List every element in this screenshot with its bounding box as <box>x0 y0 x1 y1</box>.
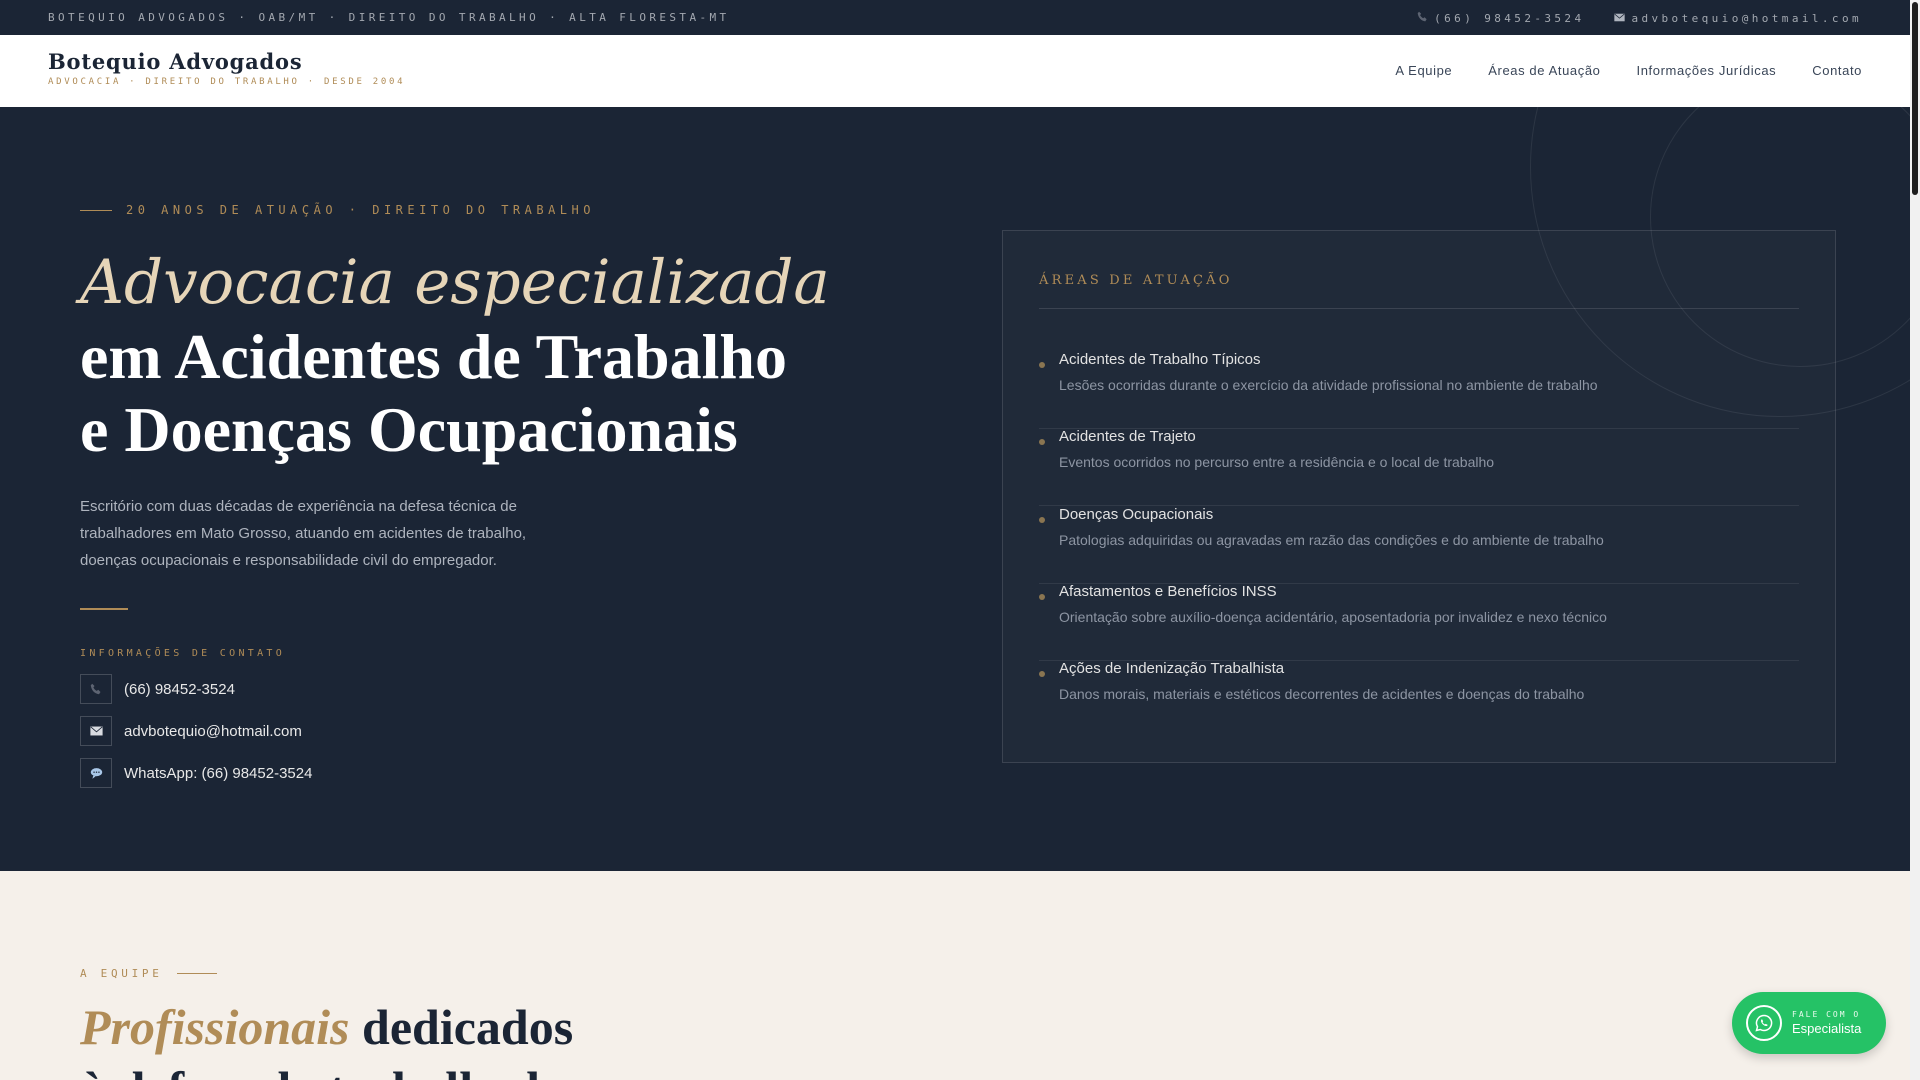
team-heading: Profissionais dedicados à defesa do trab… <box>80 996 600 1080</box>
nav-item-areas[interactable]: Áreas de Atuação <box>1488 63 1600 78</box>
top-bar-email[interactable]: advbotequio@hotmail.com <box>1614 11 1862 25</box>
hero-title-line-2: em Acidentes de Trabalho <box>80 321 787 392</box>
hero-title-line-3: e Doenças Ocupacionais <box>80 394 738 465</box>
whatsapp-float-button[interactable]: FALE COM O Especialista <box>1732 992 1886 1054</box>
areas-card-title: ÁREAS DE ATUAÇÃO <box>1039 273 1233 288</box>
area-item-description: Lesões ocorridas durante o exercício da … <box>1059 377 1598 393</box>
team-heading-italic: Profissionais <box>80 999 350 1055</box>
contact-whatsapp-text: WhatsApp: (66) 98452-3524 <box>124 764 313 782</box>
contact-email-text: advbotequio@hotmail.com <box>124 722 302 740</box>
page-scrollbar[interactable] <box>1910 0 1920 1080</box>
whatsapp-button-small: FALE COM O <box>1792 1010 1861 1019</box>
site-header: Botequio Advogados ADVOCACIA · DIREITO D… <box>0 35 1910 107</box>
whatsapp-icon <box>1746 1005 1782 1041</box>
contact-phone[interactable]: (66) 98452-3524 <box>80 674 235 704</box>
areas-card-divider <box>1039 308 1799 309</box>
area-item[interactable]: Doenças Ocupacionais Patologias adquirid… <box>1039 506 1799 584</box>
area-item-title: Afastamentos e Benefícios INSS <box>1059 583 1277 600</box>
hero-description: Escritório com duas décadas de experiênc… <box>80 498 527 569</box>
area-item-title: Ações de Indenização Trabalhista <box>1059 660 1285 677</box>
area-item-description: Patologias adquiridas ou agravadas em ra… <box>1059 532 1604 548</box>
area-item-description: Danos morais, materiais e estéticos deco… <box>1059 686 1585 702</box>
brand-logo-text[interactable]: Botequio Advogados <box>48 49 302 74</box>
area-item[interactable]: Acidentes de Trabalho Típicos Lesões oco… <box>1039 351 1799 429</box>
contact-email[interactable]: advbotequio@hotmail.com <box>80 716 302 746</box>
top-bar-contacts: (66) 98452-3524 advbotequio@hotmail.com <box>1417 11 1862 25</box>
bullet-icon <box>1039 671 1045 677</box>
mail-icon <box>80 716 112 746</box>
whatsapp-button-text: FALE COM O Especialista <box>1792 1010 1861 1036</box>
bullet-icon <box>1039 362 1045 368</box>
hero-eyebrow: 20 ANOS DE ATUAÇÃO · DIREITO DO TRABALHO <box>80 203 595 217</box>
team-eyebrow-text: A EQUIPE <box>80 967 163 980</box>
hero-eyebrow-text: 20 ANOS DE ATUAÇÃO · DIREITO DO TRABALHO <box>126 203 595 217</box>
area-item-title: Doenças Ocupacionais <box>1059 506 1214 523</box>
bullet-icon <box>1039 517 1045 523</box>
brand-tagline: ADVOCACIA · DIREITO DO TRABALHO · DESDE … <box>48 77 406 87</box>
mail-icon <box>1614 12 1626 25</box>
phone-icon <box>1417 11 1428 25</box>
top-bar: BOTEQUIO ADVOGADOS · OAB/MT · DIREITO DO… <box>0 0 1910 35</box>
top-bar-phone[interactable]: (66) 98452-3524 <box>1417 11 1584 25</box>
main-nav: A Equipe Áreas de Atuação Informações Ju… <box>1395 63 1862 78</box>
area-item[interactable]: Afastamentos e Benefícios INSS Orientaçã… <box>1039 583 1799 661</box>
top-bar-info: BOTEQUIO ADVOGADOS · OAB/MT · DIREITO DO… <box>48 11 730 24</box>
eyebrow-line <box>176 973 217 974</box>
phone-icon <box>80 674 112 704</box>
bullet-icon <box>1039 594 1045 600</box>
hero-section: 20 ANOS DE ATUAÇÃO · DIREITO DO TRABALHO… <box>0 107 1910 871</box>
nav-item-contato[interactable]: Contato <box>1812 63 1862 78</box>
area-item-title: Acidentes de Trabalho Típicos <box>1059 351 1261 368</box>
area-item-description: Eventos ocorridos no percurso entre a re… <box>1059 454 1495 470</box>
chat-icon <box>80 758 112 788</box>
contact-phone-text: (66) 98452-3524 <box>124 680 235 698</box>
scrollbar-thumb[interactable] <box>1912 2 1918 195</box>
hero-title-italic: Advocacia especializada <box>80 247 830 318</box>
area-item-description: Orientação sobre auxílio-doença acidentá… <box>1059 609 1607 625</box>
top-bar-email-text: advbotequio@hotmail.com <box>1631 11 1862 25</box>
top-bar-phone-text: (66) 98452-3524 <box>1434 11 1585 25</box>
accent-divider <box>80 608 128 610</box>
nav-item-equipe[interactable]: A Equipe <box>1395 63 1452 78</box>
area-item[interactable]: Acidentes de Trajeto Eventos ocorridos n… <box>1039 428 1799 506</box>
whatsapp-button-label: Especialista <box>1792 1021 1862 1036</box>
eyebrow-line <box>80 209 112 211</box>
team-section: A EQUIPE Profissionais dedicados à defes… <box>0 871 1910 1080</box>
bullet-icon <box>1039 439 1045 445</box>
areas-card: ÁREAS DE ATUAÇÃO Acidentes de Trabalho T… <box>1002 230 1836 763</box>
area-item[interactable]: Ações de Indenização Trabalhista Danos m… <box>1039 660 1799 738</box>
contact-whatsapp[interactable]: WhatsApp: (66) 98452-3524 <box>80 758 312 788</box>
team-eyebrow: A EQUIPE <box>80 967 217 980</box>
contact-info-title: INFORMAÇÕES DE CONTATO <box>80 648 286 659</box>
nav-item-informacoes[interactable]: Informações Jurídicas <box>1637 63 1777 78</box>
area-item-title: Acidentes de Trajeto <box>1059 428 1196 445</box>
